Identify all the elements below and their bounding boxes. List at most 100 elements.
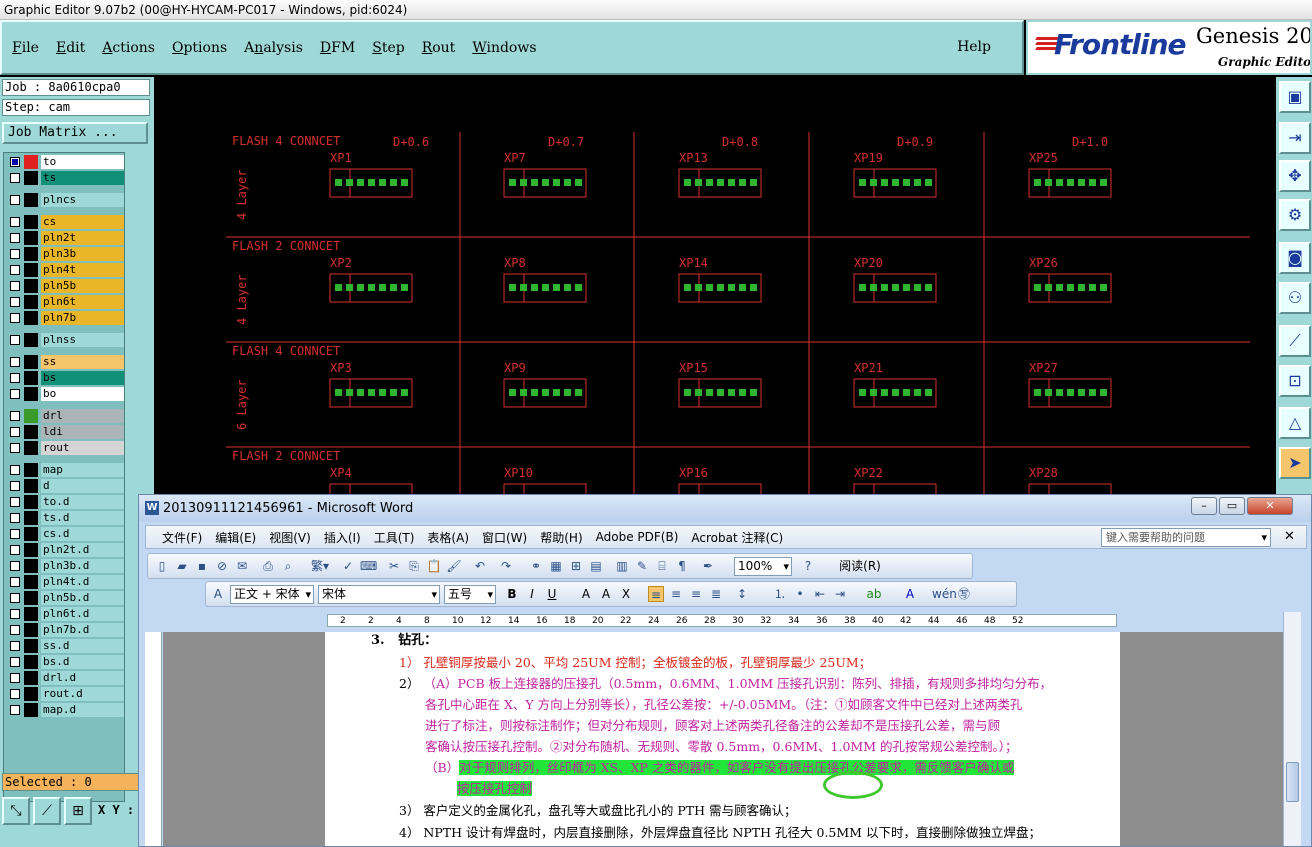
layer-checkbox[interactable] xyxy=(10,513,20,523)
layer-row[interactable]: map xyxy=(6,463,124,477)
layer-row[interactable]: to.d xyxy=(6,495,124,509)
zoom-area-icon[interactable]: ⤡ xyxy=(2,797,30,825)
layer-name[interactable]: pln3b xyxy=(41,247,124,261)
layer-checkbox[interactable] xyxy=(10,689,20,699)
layer-checkbox[interactable] xyxy=(10,389,20,399)
import-icon[interactable]: ⇥ xyxy=(1279,122,1311,154)
layer-checkbox[interactable] xyxy=(10,577,20,587)
layer-checkbox[interactable] xyxy=(10,233,20,243)
layer-checkbox[interactable] xyxy=(10,357,20,367)
layer-name[interactable]: ts.d xyxy=(41,511,124,525)
layer-row[interactable]: bs.d xyxy=(6,655,124,669)
layer-name[interactable]: to xyxy=(41,155,124,169)
layer-name[interactable]: ldi xyxy=(41,425,124,439)
layer-checkbox[interactable] xyxy=(10,281,20,291)
new-doc-icon[interactable]: ▯ xyxy=(154,558,170,574)
layer-row[interactable]: map.d xyxy=(6,703,124,717)
layer-name[interactable]: plncs xyxy=(41,193,124,207)
menu-options[interactable]: Options xyxy=(172,40,227,56)
network-icon[interactable]: ⚇ xyxy=(1279,282,1311,314)
align-justify-icon[interactable]: ≡ xyxy=(648,586,664,602)
layer-checkbox[interactable] xyxy=(10,545,20,555)
layer-checkbox[interactable] xyxy=(10,173,20,183)
print-icon[interactable]: ⎙ xyxy=(260,558,276,574)
word-menu-item[interactable]: 窗口(W) xyxy=(482,529,527,546)
bullets-icon[interactable]: • xyxy=(792,586,808,602)
research-icon[interactable]: ⌨ xyxy=(360,558,377,574)
layer-row[interactable]: rout xyxy=(6,441,124,455)
menu-rout[interactable]: Rout xyxy=(422,40,456,56)
tools-icon[interactable]: ⚙ xyxy=(1279,199,1311,231)
snap-icon[interactable]: ⊡ xyxy=(1279,365,1311,397)
decrease-indent-icon[interactable]: ⇤ xyxy=(812,586,828,602)
font-color-icon[interactable]: A xyxy=(902,586,918,602)
word-menu-item[interactable]: 帮助(H) xyxy=(540,529,582,546)
layer-checkbox[interactable] xyxy=(10,157,20,167)
excel-icon[interactable]: ▤ xyxy=(588,558,604,574)
menu-file[interactable]: File xyxy=(12,40,39,56)
menu-edit[interactable]: Edit xyxy=(56,40,85,56)
layer-row[interactable]: cs xyxy=(6,215,124,229)
align-right-icon[interactable]: ≡ xyxy=(688,586,704,602)
layer-name[interactable]: bs.d xyxy=(41,655,124,669)
word-menu-item[interactable]: 工具(T) xyxy=(374,529,415,546)
redo-icon[interactable]: ↷ xyxy=(498,558,514,574)
layer-name[interactable]: rout xyxy=(41,441,124,455)
menu-windows[interactable]: Windows xyxy=(472,40,536,56)
layer-name[interactable]: to.d xyxy=(41,495,124,509)
layer-row[interactable]: drl.d xyxy=(6,671,124,685)
layer-name[interactable]: pln6t xyxy=(41,295,124,309)
copy-icon[interactable]: ⎘ xyxy=(406,558,422,574)
layer-name[interactable]: pln4t.d xyxy=(41,575,124,589)
char-border-icon[interactable]: A xyxy=(578,586,594,602)
layer-row[interactable]: rout.d xyxy=(6,687,124,701)
underline-icon[interactable]: U xyxy=(544,586,560,602)
layer-row[interactable]: pln7b xyxy=(6,311,124,325)
layer-checkbox[interactable] xyxy=(10,313,20,323)
layer-name[interactable]: ss.d xyxy=(41,639,124,653)
italic-icon[interactable]: I xyxy=(524,586,540,602)
layer-name[interactable]: pln5b xyxy=(41,279,124,293)
fit-view-icon[interactable]: ✥ xyxy=(1279,160,1311,192)
email-icon[interactable]: ✉ xyxy=(234,558,250,574)
word-menu-item[interactable]: Adobe PDF(B) xyxy=(596,530,679,544)
layer-row[interactable]: pln3b.d xyxy=(6,559,124,573)
line-draw-icon[interactable]: ⟋ xyxy=(1279,325,1311,357)
size-dropdown[interactable]: 五号 xyxy=(444,585,496,604)
layer-name[interactable]: pln7b xyxy=(41,311,124,325)
layer-checkbox[interactable] xyxy=(10,609,20,619)
layer-row[interactable]: pln7b.d xyxy=(6,623,124,637)
save-icon[interactable]: ▪ xyxy=(194,558,210,574)
layer-row[interactable]: drl xyxy=(6,409,124,423)
layer-name[interactable]: cs xyxy=(41,215,124,229)
layer-name[interactable]: pln4t xyxy=(41,263,124,277)
styles-icon[interactable]: A xyxy=(210,586,226,602)
document-area[interactable]: 3. 钻孔： 1） 孔壁铜厚按最小 20、平均 25UM 控制；全板镀金的板，孔… xyxy=(163,632,1283,846)
layer-row[interactable]: pln6t xyxy=(6,295,124,309)
bold-icon[interactable]: B xyxy=(504,586,520,602)
layer-row[interactable]: bo xyxy=(6,387,124,401)
doc-map-icon[interactable]: ⌸ xyxy=(654,558,670,574)
align-center-icon[interactable]: ≡ xyxy=(668,586,684,602)
layer-row[interactable]: cs.d xyxy=(6,527,124,541)
enclose-char-icon[interactable]: ㊢ xyxy=(956,586,972,602)
layer-checkbox[interactable] xyxy=(10,657,20,667)
word-menu-item[interactable]: 插入(I) xyxy=(324,529,361,546)
word-menu-item[interactable]: 表格(A) xyxy=(427,529,469,546)
layer-row[interactable]: pln4t xyxy=(6,263,124,277)
open-icon[interactable]: ▰ xyxy=(174,558,190,574)
layer-name[interactable]: bs xyxy=(41,371,124,385)
menu-actions[interactable]: Actions xyxy=(102,40,155,56)
layer-row[interactable]: pln3b xyxy=(6,247,124,261)
vertical-scrollbar[interactable] xyxy=(1283,612,1301,846)
traditional-chinese-icon[interactable]: 繁▾ xyxy=(306,558,334,574)
layer-checkbox[interactable] xyxy=(10,529,20,539)
layer-name[interactable]: ts xyxy=(41,171,124,185)
word-menu-item[interactable]: 文件(F) xyxy=(162,529,202,546)
layer-checkbox[interactable] xyxy=(10,297,20,307)
ink-icon[interactable]: ✒ xyxy=(700,558,716,574)
layer-checkbox[interactable] xyxy=(10,249,20,259)
layer-name[interactable]: map.d xyxy=(41,703,124,717)
layer-checkbox[interactable] xyxy=(10,481,20,491)
layer-checkbox[interactable] xyxy=(10,641,20,651)
